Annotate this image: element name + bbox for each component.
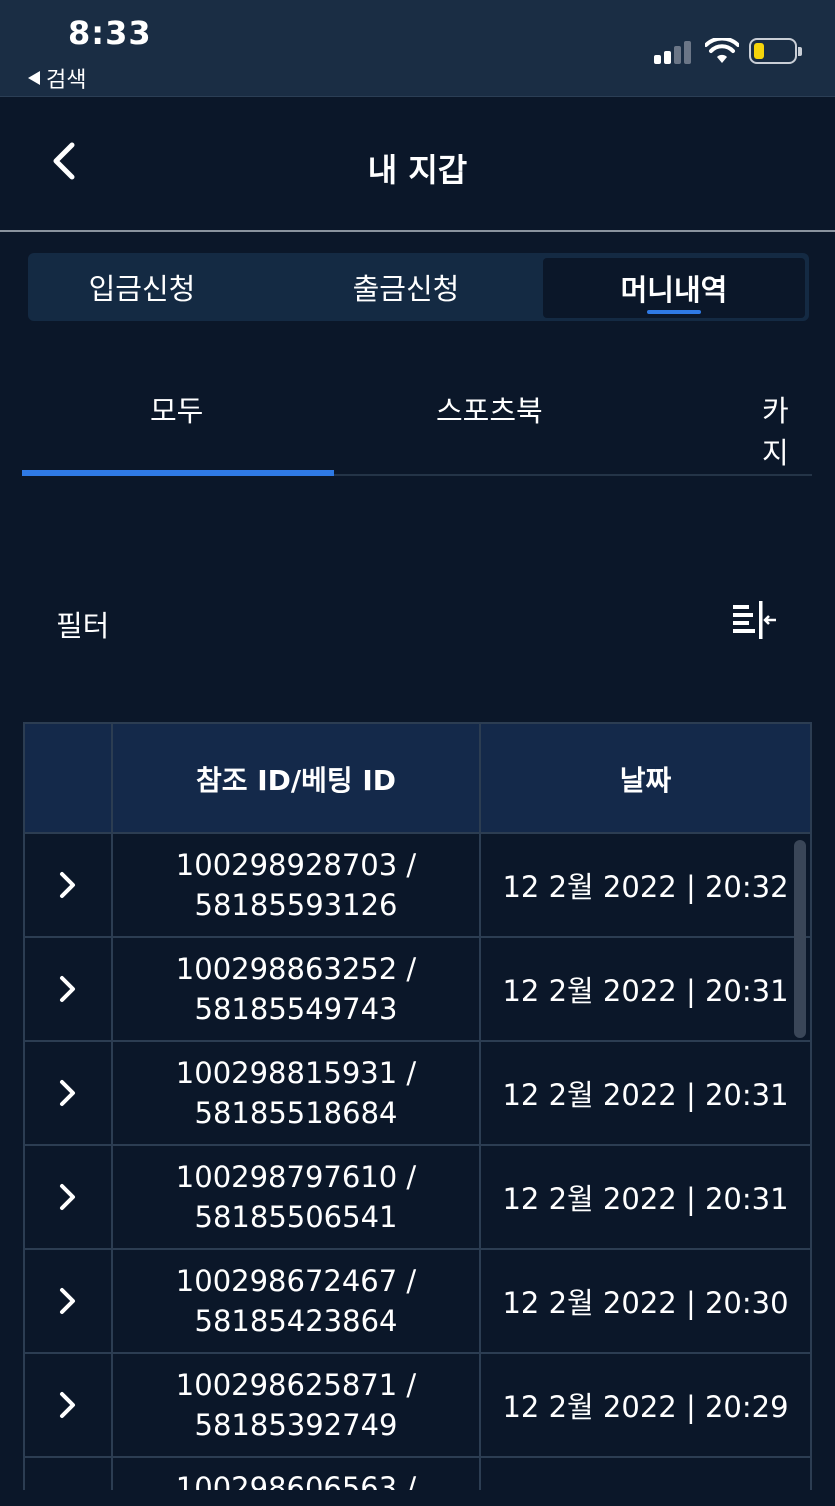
tab-label: 머니내역 (620, 273, 728, 307)
reference-id: 100298672467 / (175, 1264, 417, 1298)
wifi-icon (705, 38, 739, 63)
table-row[interactable]: 100298797610 / 58185506541 12 2월 2022 | 2… (25, 1146, 810, 1250)
date-cell: 12 2월 2022 | 20:31 (502, 1078, 789, 1112)
chevron-right-icon[interactable] (57, 870, 79, 900)
date-cell: 12 2월 2022 | 20:30 (502, 1286, 789, 1320)
reference-id: 100298928703 / (175, 848, 417, 882)
chevron-right-icon[interactable] (57, 974, 79, 1004)
table-header-cell: 참조 ID/베팅 ID (113, 724, 481, 834)
reference-id: 100298625871 / (175, 1368, 417, 1402)
bet-id: 58185506541 (194, 1200, 398, 1234)
tab-money-history[interactable]: 머니내역 (543, 258, 805, 318)
bet-id: 58185518684 (194, 1096, 398, 1130)
tab-label: 입금신청 (88, 272, 196, 306)
table-header-cell (25, 724, 113, 834)
tab-label: 출금신청 (352, 272, 460, 306)
reference-id: 100298797610 / (175, 1160, 417, 1194)
tab-deposit-request[interactable]: 입금신청 (28, 253, 256, 321)
subtab-casino[interactable]: 카지 (762, 388, 812, 472)
bet-id: 58185593126 (194, 888, 398, 922)
chevron-right-icon[interactable] (57, 1286, 79, 1316)
table-row[interactable]: 100298625871 / 58185392749 12 2월 2022 | 2… (25, 1354, 810, 1458)
table-scrollbar[interactable] (794, 840, 806, 1038)
reference-id: 100298606563 / (175, 1471, 417, 1490)
status-time: 8:33 (68, 14, 152, 52)
date-cell: 12 2월 2022 | 20:32 (502, 870, 789, 904)
battery-icon (749, 38, 802, 64)
date-cell: 12 2월 2022 | 20:29 (502, 1390, 789, 1424)
wallet-segment-tabs: 입금신청 출금신청 머니내역 (28, 253, 809, 321)
table-row[interactable]: 100298928703 / 58185593126 12 2월 2022 | 2… (25, 834, 810, 938)
table-row[interactable]: 100298815931 / 58185518684 12 2월 2022 | 2… (25, 1042, 810, 1146)
cellular-signal-icon (654, 40, 694, 64)
page-header: 내 지갑 (0, 97, 835, 232)
chevron-right-icon[interactable] (57, 1182, 79, 1212)
date-cell: 12 2월 2022 | 20:31 (502, 974, 789, 1008)
table-row[interactable]: 100298863252 / 58185549743 12 2월 2022 | 2… (25, 938, 810, 1042)
active-subtab-indicator (22, 470, 334, 476)
status-back-link[interactable]: 검색 (28, 62, 86, 94)
active-tab-underline (647, 310, 701, 314)
page-title: 내 지갑 (367, 151, 468, 189)
category-subtabs: 모두 스포츠북 카지 (22, 360, 812, 476)
subtab-sportsbook[interactable]: 스포츠북 (436, 388, 543, 430)
filter-toggle-icon[interactable] (730, 599, 778, 641)
subtab-all[interactable]: 모두 (150, 388, 203, 430)
date-cell: 12 2월 2022 | 20:31 (502, 1182, 789, 1216)
tab-withdraw-request[interactable]: 출금신청 (276, 253, 536, 321)
bet-id: 58185392749 (194, 1408, 398, 1442)
table-header: 참조 ID/베팅 ID 날짜 (25, 722, 810, 834)
back-triangle-icon (28, 71, 40, 85)
money-history-table: 참조 ID/베팅 ID 날짜 100298928703 / 58185593126… (23, 722, 812, 1490)
table-row[interactable]: 100298672467 / 58185423864 12 2월 2022 | 2… (25, 1250, 810, 1354)
reference-id: 100298815931 / (175, 1056, 417, 1090)
reference-id: 100298863252 / (175, 952, 417, 986)
table-header-cell: 날짜 (619, 764, 672, 797)
date-cell (481, 1458, 810, 1490)
chevron-right-icon[interactable] (57, 1390, 79, 1420)
status-back-label: 검색 (46, 68, 87, 93)
chevron-right-icon[interactable] (57, 1078, 79, 1108)
filter-label: 필터 (56, 609, 110, 643)
status-bar: 8:33 검색 (0, 0, 835, 97)
bet-id: 58185423864 (194, 1304, 398, 1338)
bet-id: 58185549743 (194, 992, 398, 1026)
table-row[interactable]: 100298606563 / (25, 1458, 810, 1490)
